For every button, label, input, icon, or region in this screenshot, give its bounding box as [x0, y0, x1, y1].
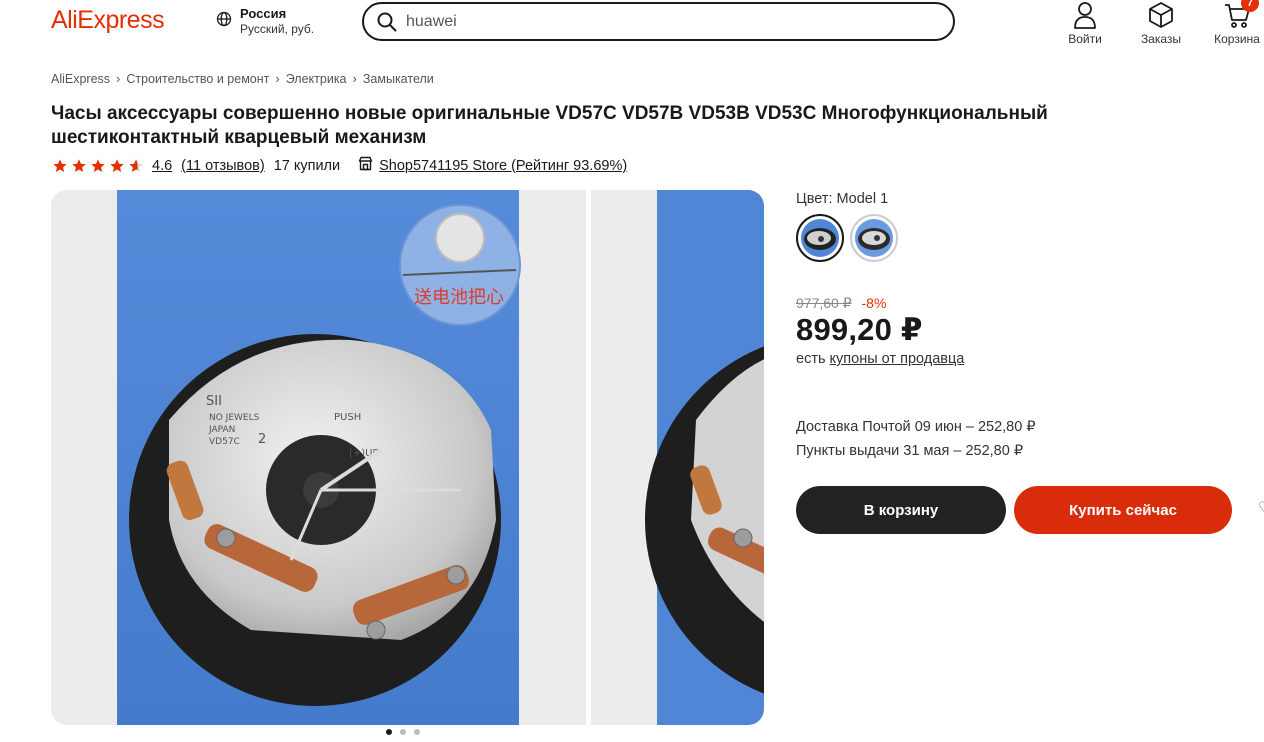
discount-badge: -8% — [861, 295, 887, 311]
chevron-right-icon: › — [116, 71, 121, 86]
breadcrumb-item[interactable]: Замыкатели — [363, 72, 434, 86]
delivery-info: Доставка Почтой 09 июн – 252,80 ₽ Пункты… — [796, 415, 1036, 463]
coupon-row: есть купоны от продавца — [796, 351, 964, 367]
star-icon — [53, 158, 67, 172]
movement-text: 2 — [258, 432, 266, 447]
breadcrumb: AliExpress › Строительство и ремонт › Эл… — [51, 71, 434, 86]
cart-label: Корзина — [1214, 32, 1260, 46]
watermark-text: 送电池把心 — [414, 287, 504, 308]
search-input[interactable] — [406, 12, 906, 31]
rating-value[interactable]: 4.6 — [152, 158, 172, 174]
aliexpress-logo[interactable]: AliExpress — [51, 6, 165, 35]
movement-text: NO JEWELS — [209, 413, 260, 423]
chevron-right-icon: › — [275, 71, 280, 86]
header: AliExpress Россия Русский, руб. Войти — [0, 0, 1264, 50]
gallery-dot[interactable] — [400, 729, 406, 735]
orders-button[interactable]: Заказы — [1131, 0, 1191, 46]
movement-text: JAPAN — [208, 425, 235, 435]
login-label: Войти — [1068, 32, 1102, 46]
movement-text: PUSH — [334, 412, 361, 423]
rating-stars — [52, 158, 144, 174]
globe-icon — [216, 11, 232, 32]
gallery-pagination — [386, 729, 420, 735]
add-to-cart-button[interactable]: В корзину — [796, 486, 1006, 534]
color-option-label: Цвет: Model 1 — [796, 191, 889, 207]
star-icon — [72, 158, 86, 172]
movement-text: SII — [206, 394, 222, 409]
chevron-right-icon: › — [352, 71, 357, 86]
cart-count-badge: 7 — [1241, 0, 1259, 12]
gallery-slide-next[interactable] — [591, 190, 764, 725]
region-selector[interactable]: Россия Русский, руб. — [216, 6, 314, 37]
gallery-dot[interactable] — [414, 729, 420, 735]
movement-text: VD57C — [209, 437, 240, 447]
buy-now-button[interactable]: Купить сейчас — [1014, 486, 1232, 534]
old-price-row: 977,60 ₽ -8% — [796, 295, 886, 312]
orders-label: Заказы — [1140, 32, 1182, 46]
gallery-dot[interactable] — [386, 729, 392, 735]
color-swatch-model-2[interactable] — [850, 214, 898, 262]
product-gallery[interactable]: 送电池把心 SII NO JEWELS JAPAN VD57C 2 PUSH (… — [51, 190, 764, 725]
search-icon[interactable] — [376, 11, 398, 33]
user-icon — [1055, 0, 1115, 30]
current-price: 899,20 ₽ — [796, 312, 923, 347]
region-country: Россия — [240, 6, 287, 21]
star-icon — [110, 158, 124, 172]
product-meta: 4.6 (11 отзывов) 17 купили Shop5741195 S… — [52, 156, 627, 175]
bought-count: 17 купили — [273, 157, 341, 174]
reviews-link[interactable]: (11 отзывов) — [181, 158, 265, 174]
login-button[interactable]: Войти — [1055, 0, 1115, 46]
gallery-slide-main[interactable]: 送电池把心 SII NO JEWELS JAPAN VD57C 2 PUSH (… — [51, 190, 586, 725]
color-swatches — [796, 214, 898, 262]
star-icon — [91, 158, 105, 172]
box-icon — [1131, 0, 1191, 30]
old-price: 977,60 ₽ — [796, 295, 852, 311]
product-title: Часы аксессуары совершенно новые оригина… — [51, 103, 1048, 148]
cart-icon: 7 — [1207, 0, 1264, 30]
star-icon — [129, 158, 143, 172]
seller-coupons-link[interactable]: купоны от продавца — [830, 351, 965, 367]
store-icon — [358, 156, 373, 175]
delivery-pickup[interactable]: Пункты выдачи 31 мая – 252,80 ₽ — [796, 439, 1036, 463]
search-bar[interactable] — [362, 2, 955, 41]
store-link[interactable]: Shop5741195 Store (Рейтинг 93.69%) — [379, 158, 627, 174]
color-swatch-model-1[interactable] — [796, 214, 844, 262]
coupon-prefix: есть — [796, 351, 826, 367]
cart-button[interactable]: 7 Корзина — [1207, 0, 1264, 46]
breadcrumb-item[interactable]: Строительство и ремонт — [126, 72, 269, 86]
breadcrumb-item[interactable]: AliExpress — [51, 72, 110, 86]
breadcrumb-item[interactable]: Электрика — [286, 72, 347, 86]
region-language-currency: Русский, руб. — [240, 22, 315, 36]
wishlist-icon[interactable]: ♡ — [1258, 498, 1264, 518]
delivery-post[interactable]: Доставка Почтой 09 июн – 252,80 ₽ — [796, 415, 1036, 439]
